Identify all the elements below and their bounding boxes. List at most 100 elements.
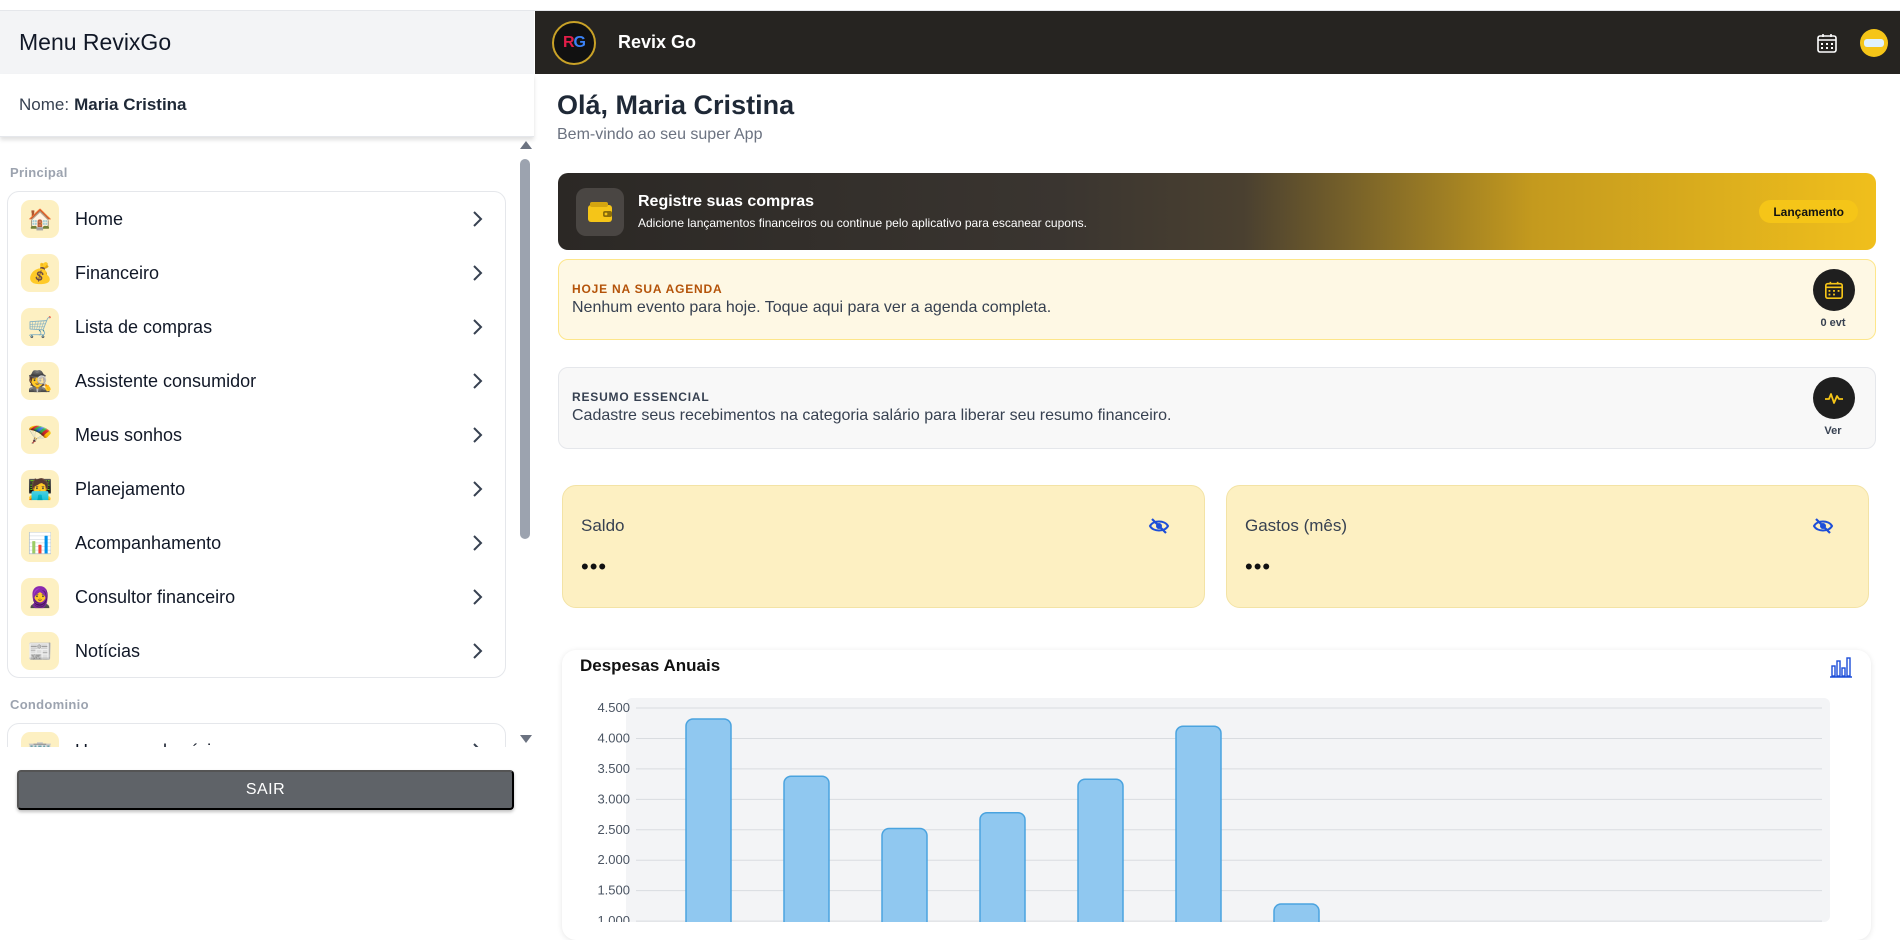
launch-button[interactable]: Lançamento <box>1759 200 1858 223</box>
chevron-right-icon <box>473 589 483 605</box>
y-tick-label: 4.000 <box>597 730 630 745</box>
register-purchases-banner[interactable]: Registre suas compras Adicione lançament… <box>558 173 1876 250</box>
sidebar-scrollbar[interactable] <box>518 137 532 747</box>
y-tick-label: 3.000 <box>597 791 630 806</box>
noticias-icon: 📰 <box>21 632 59 670</box>
balance-card: Saldo ••• <box>562 485 1205 608</box>
meus-sonhos-icon: 🪂 <box>21 416 59 454</box>
scrollbar-thumb[interactable] <box>520 159 530 539</box>
sidebar-header: Menu RevixGo <box>0 11 534 74</box>
agenda-kicker: HOJE NA SUA AGENDA <box>572 282 723 296</box>
summary-kicker: RESUMO ESSENCIAL <box>572 390 710 404</box>
annual-expenses-chart-card: Despesas Anuais 1.000 1.500 2.000 2.500 3.00… <box>562 650 1871 940</box>
chevron-right-icon <box>473 643 483 659</box>
sidebar-user-info: Nome: Maria Cristina <box>0 74 534 137</box>
y-tick-label: 3.500 <box>597 761 630 776</box>
sidebar-item-label: Home <box>75 208 124 229</box>
scroll-down-arrow-icon[interactable] <box>520 735 532 743</box>
eye-off-icon[interactable] <box>1148 515 1170 537</box>
sidebar-item-label: Meus sonhos <box>75 424 183 445</box>
wallet-icon <box>576 187 624 236</box>
banner-text: Registre suas compras Adicione lançament… <box>638 193 1087 230</box>
logout-button[interactable]: SAIR <box>17 770 514 810</box>
sidebar-item-home[interactable]: 🏠 Home <box>8 192 505 246</box>
user-name: Maria Cristina <box>74 95 187 114</box>
sidebar-item-home-condominio[interactable]: 🏢 Home condomínio <box>8 724 505 747</box>
sidebar-item-label: Assistente consumidor <box>75 370 257 391</box>
today-agenda-card[interactable]: HOJE NA SUA AGENDA Nenhum evento para ho… <box>558 259 1876 340</box>
consultor-financeiro-icon: 🧕 <box>21 578 59 616</box>
home-condominio-icon: 🏢 <box>21 732 59 747</box>
chevron-right-icon <box>473 211 483 227</box>
balance-value: ••• <box>581 554 608 579</box>
home-icon: 🏠 <box>21 200 59 238</box>
sidebar-item-label: Home condomínio <box>75 741 221 748</box>
planejamento-icon: 🧑‍💻 <box>21 470 59 508</box>
bar-5 <box>1077 778 1124 922</box>
y-tick-label: 2.000 <box>597 852 630 867</box>
monthly-expenses-card: Gastos (mês) ••• <box>1226 485 1869 608</box>
sidebar-item-financeiro[interactable]: 💰 Financeiro <box>8 246 505 300</box>
chevron-right-icon <box>473 427 483 443</box>
sidebar-item-label: Notícias <box>75 640 141 661</box>
bar-7 <box>1273 903 1320 922</box>
acompanhamento-icon: 📊 <box>21 524 59 562</box>
avatar-card-icon <box>1864 39 1884 47</box>
sidebar-item-label: Financeiro <box>75 262 160 283</box>
chevron-right-icon <box>473 373 483 389</box>
sidebar-menu: Menu RevixGo Nome: Maria Cristina Princi… <box>0 11 534 922</box>
y-tick-label: 4.500 <box>597 700 630 715</box>
chevron-right-icon <box>473 265 483 281</box>
sidebar-item-lista-de-compras[interactable]: 🛒 Lista de compras <box>8 300 505 354</box>
banner-title: Registre suas compras <box>638 193 815 210</box>
section-title-principal: Principal <box>10 165 68 180</box>
bar-3 <box>881 827 928 922</box>
bar-6 <box>1175 725 1222 922</box>
eye-off-icon[interactable] <box>1812 515 1834 537</box>
bar-4 <box>979 811 1026 922</box>
expenses-value: ••• <box>1245 554 1272 579</box>
chevron-right-icon <box>473 535 483 551</box>
essential-summary-card[interactable]: RESUMO ESSENCIAL Cadastre seus recebimen… <box>558 367 1876 449</box>
logo-letter-r: R <box>562 33 575 51</box>
chevron-right-icon <box>473 319 483 335</box>
scroll-up-arrow-icon[interactable] <box>520 141 532 149</box>
welcome-subtitle: Bem-vindo ao seu super App <box>557 126 763 143</box>
calendar-icon[interactable] <box>1816 32 1838 54</box>
lista-de-compras-icon: 🛒 <box>21 308 59 346</box>
logo-letter-g: G <box>573 33 586 51</box>
sidebar-item-label: Acompanhamento <box>75 532 222 553</box>
section-title-condominio: Condominio <box>10 697 89 712</box>
app-header: RG Revix Go <box>535 11 1900 74</box>
annual-expenses-bar-chart: 1.000 1.500 2.000 2.500 3.000 3.500 4.000 4.500 <box>597 698 1830 922</box>
sidebar-item-assistente-consumidor[interactable]: 🕵️ Assistente consumidor <box>8 354 505 408</box>
menu-group-condominio: 🏢 Home condomínio <box>7 723 506 747</box>
chart-title: Despesas Anuais <box>580 656 721 675</box>
y-tick-label: 1.000 <box>597 913 630 922</box>
app-logo[interactable]: RG <box>552 20 596 65</box>
sidebar-scroll-area[interactable]: Principal 🏠 Home 💰 Financeiro 🛒 Lista de comp… <box>0 137 534 747</box>
sidebar-item-consultor-financeiro[interactable]: 🧕 Consultor financeiro <box>8 570 505 624</box>
sidebar-item-planejamento[interactable]: 🧑‍💻 Planejamento <box>8 462 505 516</box>
chevron-right-icon <box>473 481 483 497</box>
agenda-event-count: 0 evt <box>1820 317 1846 329</box>
sidebar-item-acompanhamento[interactable]: 📊 Acompanhamento <box>8 516 505 570</box>
y-tick-label: 2.500 <box>597 822 630 837</box>
expenses-label: Gastos (mês) <box>1245 516 1348 535</box>
sidebar-item-meus-sonhos[interactable]: 🪂 Meus sonhos <box>8 408 505 462</box>
greeting-title: Olá, Maria Cristina <box>557 90 795 120</box>
balance-label: Saldo <box>581 516 625 535</box>
bar-chart-icon[interactable] <box>1829 656 1853 678</box>
agenda-text: Nenhum evento para hoje. Toque aqui para… <box>572 299 1052 316</box>
user-name-label: Nome: <box>19 95 70 114</box>
pulse-activity-icon[interactable] <box>1813 377 1855 419</box>
assistente-consumidor-icon: 🕵️ <box>21 362 59 400</box>
sidebar-item-noticias[interactable]: 📰 Notícias <box>8 624 505 678</box>
user-avatar[interactable] <box>1860 29 1888 57</box>
agenda-calendar-icon[interactable] <box>1813 269 1855 311</box>
financeiro-icon: 💰 <box>21 254 59 292</box>
app-title: Revix Go <box>618 32 697 52</box>
bar-1 <box>685 718 732 922</box>
menu-group-principal: 🏠 Home 💰 Financeiro 🛒 Lista de compras 🕵️ Assis… <box>7 191 506 678</box>
sidebar-item-label: Planejamento <box>75 478 186 499</box>
